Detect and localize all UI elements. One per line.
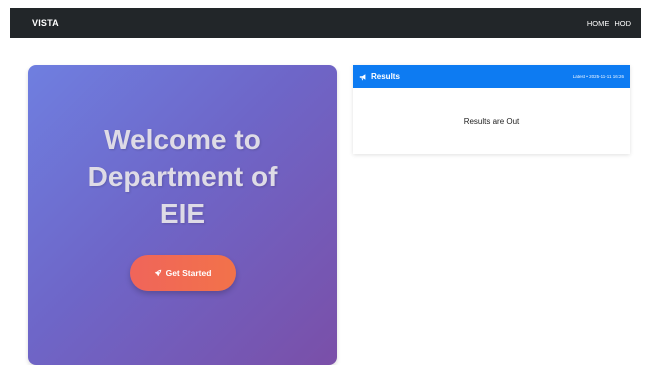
results-card: Results Latest • 2025-11-11 16:26 Result… xyxy=(353,65,630,154)
nav-link-hod[interactable]: HOD xyxy=(614,19,631,28)
results-body: Results are Out xyxy=(353,88,630,154)
megaphone-icon xyxy=(359,68,367,86)
nav-links: HOME HOD xyxy=(587,19,631,28)
results-updated-timestamp: Latest • 2025-11-11 16:26 xyxy=(572,74,624,79)
brand-logo[interactable]: VISTA xyxy=(32,18,59,28)
results-title: Results xyxy=(371,72,400,81)
get-started-label: Get Started xyxy=(165,268,212,278)
rocket-icon xyxy=(154,269,162,277)
results-message: Results are Out xyxy=(463,117,520,126)
hero-title-line: Welcome to xyxy=(104,124,261,155)
hero-title: Welcome to Department of EIE xyxy=(88,121,278,232)
results-title-wrap: Results xyxy=(359,68,400,86)
welcome-hero-card: Welcome to Department of EIE Get Started xyxy=(28,65,337,365)
results-header: Results Latest • 2025-11-11 16:26 xyxy=(353,65,630,88)
nav-link-home[interactable]: HOME xyxy=(587,19,610,28)
get-started-button[interactable]: Get Started xyxy=(129,255,236,291)
hero-title-line: EIE xyxy=(159,198,206,229)
top-navbar: VISTA HOME HOD xyxy=(10,8,641,38)
hero-title-line: Department of xyxy=(87,161,278,192)
page: VISTA HOME HOD Welcome to Department of … xyxy=(0,0,651,365)
